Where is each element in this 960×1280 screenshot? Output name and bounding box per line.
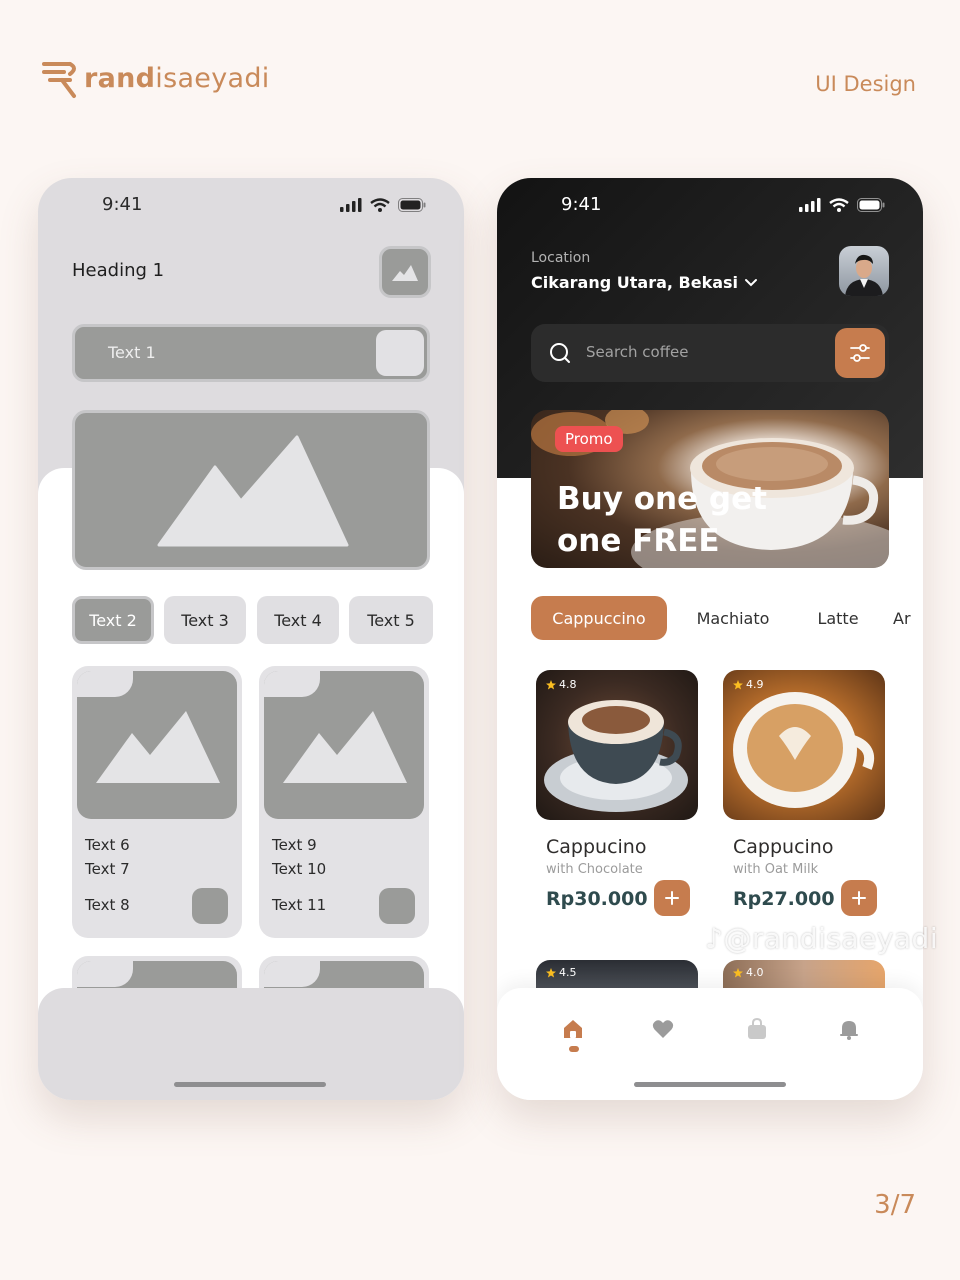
status-bar: 9:41 <box>497 192 923 220</box>
promo-banner[interactable]: Promo Buy one get one FREE <box>531 410 889 568</box>
tab-latte[interactable]: Latte <box>797 596 879 640</box>
star-icon <box>546 679 556 689</box>
search-bar-placeholder[interactable]: Text 1 <box>72 324 430 382</box>
active-nav-indicator <box>569 1046 579 1052</box>
chip-text-2[interactable]: Text 2 <box>72 596 154 644</box>
chip-text-5[interactable]: Text 5 <box>349 596 433 644</box>
tab-machiato[interactable]: Machiato <box>683 596 783 640</box>
search-input[interactable]: Search coffee <box>531 324 889 382</box>
card-text: Text 11 <box>272 896 327 914</box>
card-action-placeholder[interactable] <box>379 888 415 924</box>
image-placeholder-icon <box>157 435 349 547</box>
product-photo: 4.9 <box>723 670 885 820</box>
promo-badge: Promo <box>555 426 623 452</box>
nav-bag[interactable] <box>745 1016 769 1042</box>
banner-image-placeholder[interactable] <box>72 410 430 570</box>
profile-image-placeholder[interactable] <box>379 246 431 298</box>
card-text: Text 10 <box>272 860 327 878</box>
bell-icon <box>840 1021 858 1040</box>
design-label: UI Design <box>815 72 916 96</box>
card-text: Text 8 <box>85 896 130 914</box>
wireframe-card[interactable]: Text 9 Text 10 Text 11 <box>259 666 429 938</box>
home-indicator <box>174 1082 326 1087</box>
tab-americano[interactable]: Ar <box>893 596 923 640</box>
nav-home[interactable] <box>561 1016 585 1042</box>
brand-logo: randisaeyadi <box>40 56 270 100</box>
add-to-cart-button[interactable] <box>841 880 877 916</box>
image-placeholder-icon <box>96 711 220 783</box>
star-icon <box>733 967 743 977</box>
location-selector[interactable]: Cikarang Utara, Bekasi <box>531 273 758 292</box>
user-photo-icon <box>845 254 883 296</box>
rating-badge: 4.9 <box>733 678 764 691</box>
wireframe-card[interactable]: Text 6 Text 7 Text 8 <box>72 666 242 938</box>
bag-icon <box>748 1018 766 1039</box>
add-to-cart-button[interactable] <box>654 880 690 916</box>
plus-icon <box>852 891 866 905</box>
heart-icon <box>652 1020 674 1038</box>
filter-button-placeholder[interactable] <box>376 330 424 376</box>
status-time: 9:41 <box>102 194 143 215</box>
card-action-placeholder[interactable] <box>192 888 228 924</box>
tab-cappuccino[interactable]: Cappuccino <box>531 596 667 640</box>
signal-icon <box>799 198 821 212</box>
battery-icon <box>857 198 885 212</box>
card-text: Text 9 <box>272 836 317 854</box>
chip-text-3[interactable]: Text 3 <box>164 596 246 644</box>
status-bar: 9:41 <box>38 192 464 220</box>
avatar[interactable] <box>839 246 889 296</box>
tiktok-watermark: ♪@randisaeyadi <box>705 922 939 955</box>
location-value: Cikarang Utara, Bekasi <box>531 273 739 292</box>
product-name: Cappucino <box>546 836 647 858</box>
wifi-icon <box>829 198 849 212</box>
heading-1: Heading 1 <box>72 260 165 281</box>
product-price: Rp30.000 <box>546 888 648 910</box>
search-icon <box>550 343 570 363</box>
search-placeholder: Search coffee <box>586 343 689 361</box>
wifi-icon <box>370 198 390 212</box>
rating-badge: 4.8 <box>546 678 577 691</box>
tiktok-icon: ♪ <box>705 922 724 955</box>
product-photo: 4.8 <box>536 670 698 820</box>
product-price: Rp27.000 <box>733 888 835 910</box>
search-text: Text 1 <box>108 343 156 362</box>
product-subtitle: with Oat Milk <box>733 862 819 877</box>
wireframe-phone: 9:41 Heading 1 Text 1 Text 2 Text 3 Text… <box>38 178 464 1100</box>
location-label: Location <box>531 250 591 266</box>
signal-icon <box>340 198 362 212</box>
battery-icon <box>398 198 426 212</box>
star-icon <box>733 679 743 689</box>
filter-sliders-icon <box>850 344 870 362</box>
image-placeholder-icon <box>283 711 407 783</box>
logo-mark-icon <box>42 62 76 98</box>
card-image-placeholder <box>77 671 237 819</box>
card-text: Text 6 <box>85 836 130 854</box>
home-icon <box>564 1020 582 1038</box>
page-number: 3/7 <box>874 1190 916 1220</box>
product-name: Cappucino <box>733 836 834 858</box>
plus-icon <box>665 891 679 905</box>
rating-badge: 4.0 <box>733 966 764 979</box>
promo-title: Buy one get one FREE <box>557 481 767 559</box>
coffee-app-phone: 9:41 Location Cikarang Utara, Bekasi Sea… <box>497 178 923 1100</box>
rating-badge: 4.5 <box>546 966 577 979</box>
chevron-down-icon <box>745 278 758 286</box>
product-card[interactable]: 4.8 Cappucino with Chocolate Rp30.000 <box>536 670 698 916</box>
product-card[interactable]: 4.9 Cappucino with Oat Milk Rp27.000 <box>723 670 885 916</box>
card-image-placeholder <box>264 671 424 819</box>
cappuccino-oat-milk-photo <box>733 692 875 808</box>
brand-name: randisaeyadi <box>84 62 270 94</box>
nav-notifications[interactable] <box>837 1016 861 1042</box>
home-indicator <box>634 1082 786 1087</box>
status-time: 9:41 <box>561 194 602 215</box>
cappuccino-chocolate-photo <box>544 700 688 812</box>
card-text: Text 7 <box>85 860 130 878</box>
product-subtitle: with Chocolate <box>546 862 643 877</box>
image-placeholder-icon <box>392 265 418 281</box>
nav-favorites[interactable] <box>651 1016 675 1042</box>
filter-button[interactable] <box>835 328 885 378</box>
star-icon <box>546 967 556 977</box>
chip-text-4[interactable]: Text 4 <box>257 596 339 644</box>
